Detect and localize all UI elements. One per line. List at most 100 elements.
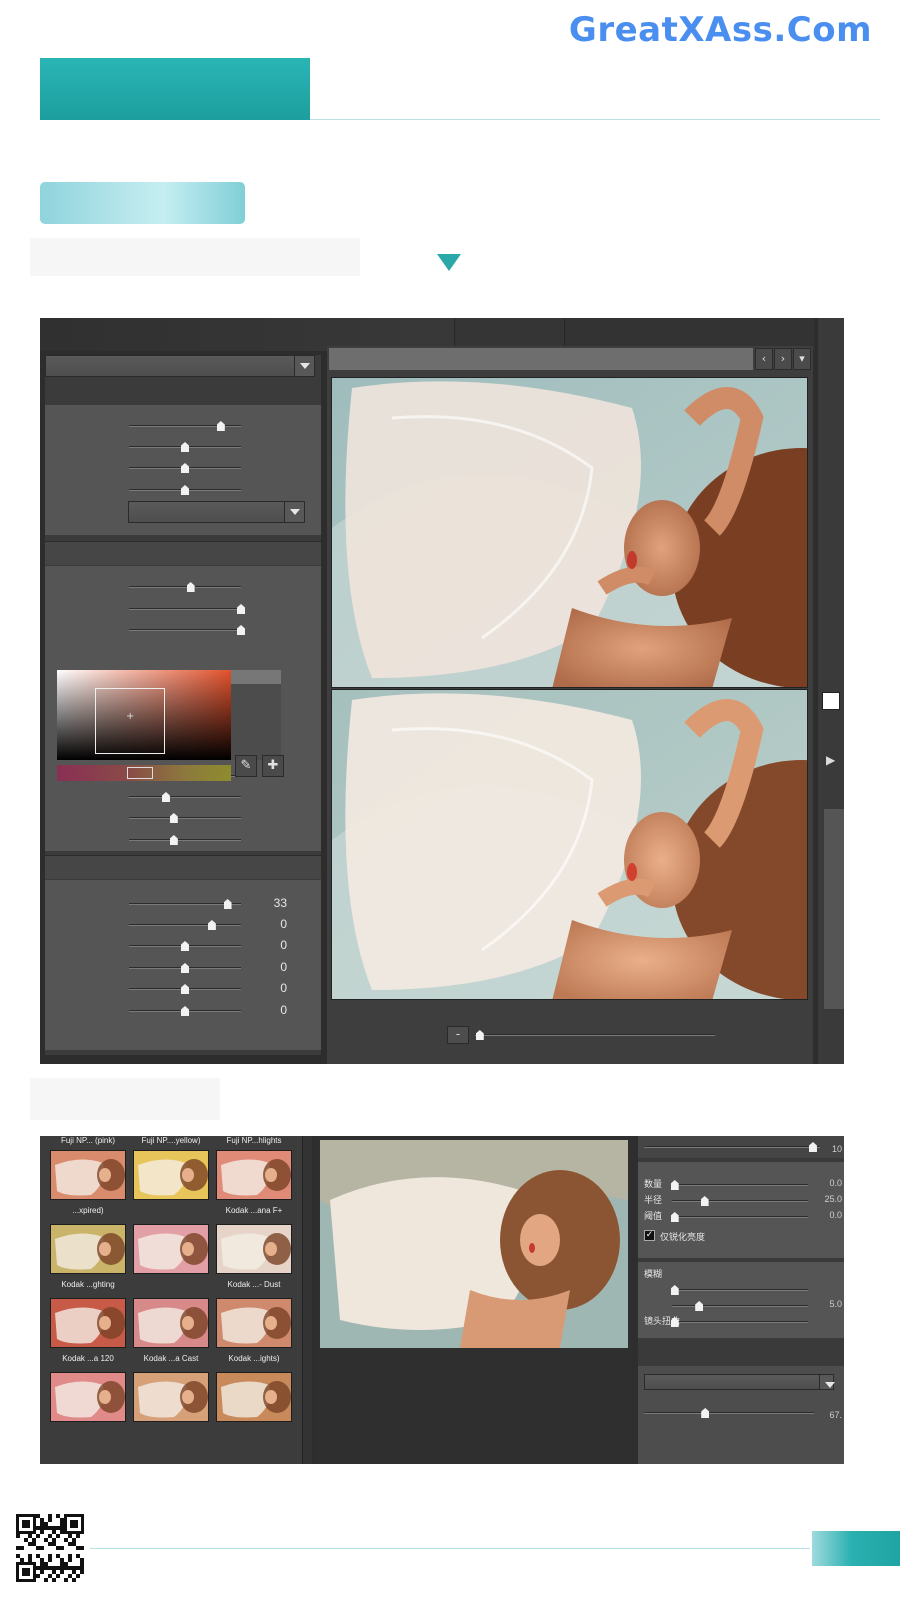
mode-dropdown[interactable]	[128, 501, 305, 523]
preset-label: Kodak ...- Dust	[227, 1280, 281, 1289]
detail-slider-4-thumb[interactable]	[181, 984, 189, 994]
color-swatch-preview	[231, 670, 281, 684]
luminance-only-checkbox[interactable]: ✓	[644, 1230, 655, 1241]
preset-thumbnail[interactable]	[216, 1150, 292, 1200]
adjustment-panel: 33 0 0 0 0 0 ✎ ✚	[45, 355, 321, 1055]
preset-thumbnail[interactable]	[216, 1224, 292, 1274]
setting-slider[interactable]	[672, 1301, 808, 1311]
watermark-logo: GreatXAss.Com	[568, 10, 872, 50]
setting-slider[interactable]	[670, 1317, 808, 1327]
setting-slider[interactable]	[670, 1212, 808, 1222]
qr-code	[16, 1514, 84, 1582]
preset-thumbnail[interactable]	[216, 1298, 292, 1348]
detail-slider-3[interactable]	[129, 963, 241, 973]
dock-play-icon[interactable]: ▶	[826, 753, 835, 767]
basic-slider-0[interactable]	[129, 421, 241, 431]
setting-value: 25.0	[824, 1194, 842, 1204]
tone-slider-1[interactable]	[129, 604, 245, 614]
basic-slider-0-thumb[interactable]	[216, 421, 225, 431]
preview-photo	[320, 1140, 628, 1348]
setting-label: 阈值	[644, 1212, 663, 1222]
preset-thumbnail[interactable]	[133, 1150, 209, 1200]
viewer-menu-button[interactable]: ▾	[793, 348, 811, 370]
setting-value: 5.0	[829, 1299, 842, 1309]
detail-slider-5-thumb[interactable]	[181, 1006, 189, 1016]
dock-checkbox[interactable]	[822, 692, 840, 710]
detail-slider-2[interactable]	[129, 941, 241, 951]
down-arrow-icon	[437, 254, 461, 271]
detail-slider-1-thumb[interactable]	[207, 920, 216, 930]
right-dock-strip: ▶	[818, 318, 844, 1064]
tone-slider-0[interactable]	[129, 582, 241, 592]
color-slider-3[interactable]	[129, 835, 241, 845]
basic-slider-2[interactable]	[129, 463, 241, 473]
preset-label: Kodak ...a 120	[62, 1354, 114, 1363]
eyedropper-icon[interactable]: ✎	[235, 755, 257, 777]
color-slider-3-thumb[interactable]	[169, 835, 178, 845]
bottom-slider[interactable]	[644, 1408, 814, 1418]
preset-thumbnail[interactable]	[133, 1298, 209, 1348]
basic-slider-1[interactable]	[129, 442, 241, 452]
preset-thumbnail[interactable]	[216, 1372, 292, 1422]
detail-slider-0-thumb[interactable]	[223, 899, 232, 909]
preset-thumbnail[interactable]	[50, 1150, 126, 1200]
dock-thumbnail-column	[824, 809, 844, 1009]
detail-slider-4-value: 0	[280, 981, 287, 995]
preview-area	[316, 1136, 632, 1464]
color-slider-1[interactable]	[129, 792, 241, 802]
chevron-down-icon	[819, 1375, 835, 1389]
section-pill	[40, 182, 245, 224]
preset-thumbnail[interactable]	[50, 1298, 126, 1348]
setting-slider[interactable]	[670, 1180, 808, 1190]
top-slider[interactable]	[644, 1142, 820, 1152]
preset-label: Kodak ...a Cast	[143, 1354, 199, 1363]
preset-label: Fuji NP...hlights	[226, 1136, 282, 1145]
chevron-down-icon	[294, 356, 314, 376]
preset-thumbnail[interactable]	[133, 1372, 209, 1422]
eyedropper-plus-icon[interactable]: ✚	[262, 755, 284, 777]
color-slider-2[interactable]	[129, 813, 241, 823]
tone-slider-2[interactable]	[129, 625, 245, 635]
preset-label: Kodak ...ana F+	[225, 1206, 283, 1215]
detail-section-header[interactable]	[45, 855, 321, 879]
detail-slider-3-thumb[interactable]	[181, 963, 189, 973]
preset-thumbnail[interactable]	[133, 1224, 209, 1274]
color-picker-selection[interactable]	[95, 688, 165, 754]
detail-slider-0[interactable]	[129, 899, 241, 909]
detail-slider-2-value: 0	[280, 938, 287, 952]
next-button[interactable]: ›	[774, 348, 792, 370]
setting-label: 数量	[644, 1180, 663, 1190]
preset-label: Kodak ...ghting	[61, 1280, 115, 1289]
basic-slider-2-thumb[interactable]	[181, 463, 189, 473]
filmstrip-scrollbar[interactable]	[302, 1136, 312, 1464]
basic-slider-3-thumb[interactable]	[181, 485, 189, 495]
basic-slider-3[interactable]	[129, 485, 241, 495]
luminance-only-label: 仅锐化亮度	[660, 1233, 706, 1243]
preset-thumbnail[interactable]	[50, 1224, 126, 1274]
setting-slider[interactable]	[672, 1196, 808, 1206]
viewer-toolbar	[329, 348, 753, 370]
basic-slider-1-thumb[interactable]	[181, 442, 189, 452]
detail-slider-1[interactable]	[129, 920, 241, 930]
detail-slider-5[interactable]	[129, 1006, 241, 1016]
hue-marker[interactable]	[127, 767, 153, 779]
preset-dropdown[interactable]	[45, 355, 315, 377]
preset-thumbnail[interactable]	[50, 1372, 126, 1422]
zoom-slider[interactable]	[475, 1030, 715, 1040]
detail-slider-2-thumb[interactable]	[181, 941, 189, 951]
preset-label: ...xpired)	[72, 1206, 104, 1215]
detail-slider-1-value: 0	[280, 917, 287, 931]
prev-button[interactable]: ‹	[755, 348, 773, 370]
zoom-out-button[interactable]: -	[447, 1026, 469, 1044]
bottom-dropdown[interactable]	[644, 1374, 835, 1390]
color-slider-2-thumb[interactable]	[169, 813, 178, 823]
preset-label: Fuji NP... (pink)	[60, 1136, 116, 1145]
tone-slider-0-thumb[interactable]	[186, 582, 195, 592]
tone-section-header[interactable]	[45, 541, 321, 565]
setting-slider[interactable]	[670, 1285, 808, 1295]
detail-slider-3-value: 0	[280, 960, 287, 974]
header-divider	[310, 119, 880, 120]
detail-slider-4[interactable]	[129, 984, 241, 994]
caption-placeholder	[30, 238, 360, 276]
color-slider-1-thumb[interactable]	[161, 792, 170, 802]
